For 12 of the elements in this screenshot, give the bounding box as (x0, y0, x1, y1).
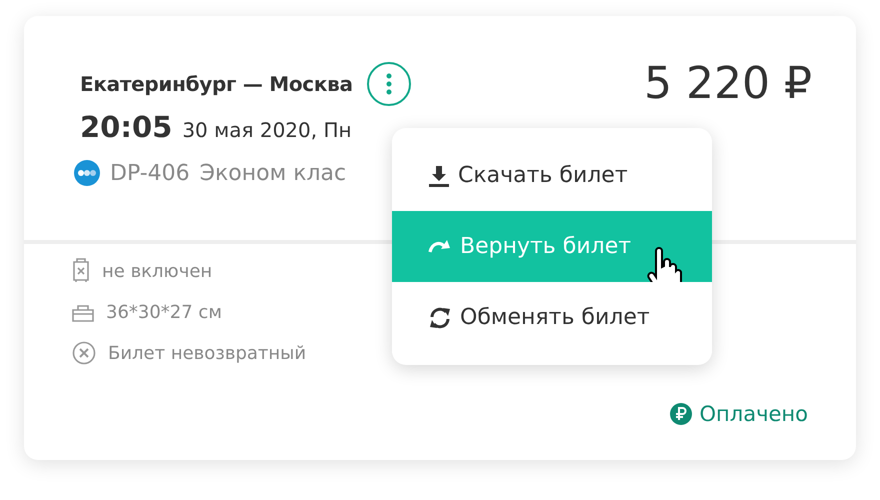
detail-text: 36*30*27 см (106, 302, 222, 323)
detail-text: не включен (102, 260, 212, 282)
departure-date: 30 мая 2020, Пн (182, 118, 352, 142)
menu-item[interactable]: Скачать билет (392, 140, 712, 211)
price: 5 220 ₽ (644, 58, 812, 111)
departure-time: 20:05 (80, 110, 172, 144)
cabin-class: Эконом клас (200, 160, 346, 186)
route: Екатеринбург — Москва (80, 72, 353, 96)
flight-number: DP-406 (110, 160, 190, 186)
menu-item[interactable]: Обменять билет (392, 282, 712, 353)
detail-text: Билет невозвратный (108, 342, 306, 364)
payment-status: Оплачено (700, 402, 808, 426)
